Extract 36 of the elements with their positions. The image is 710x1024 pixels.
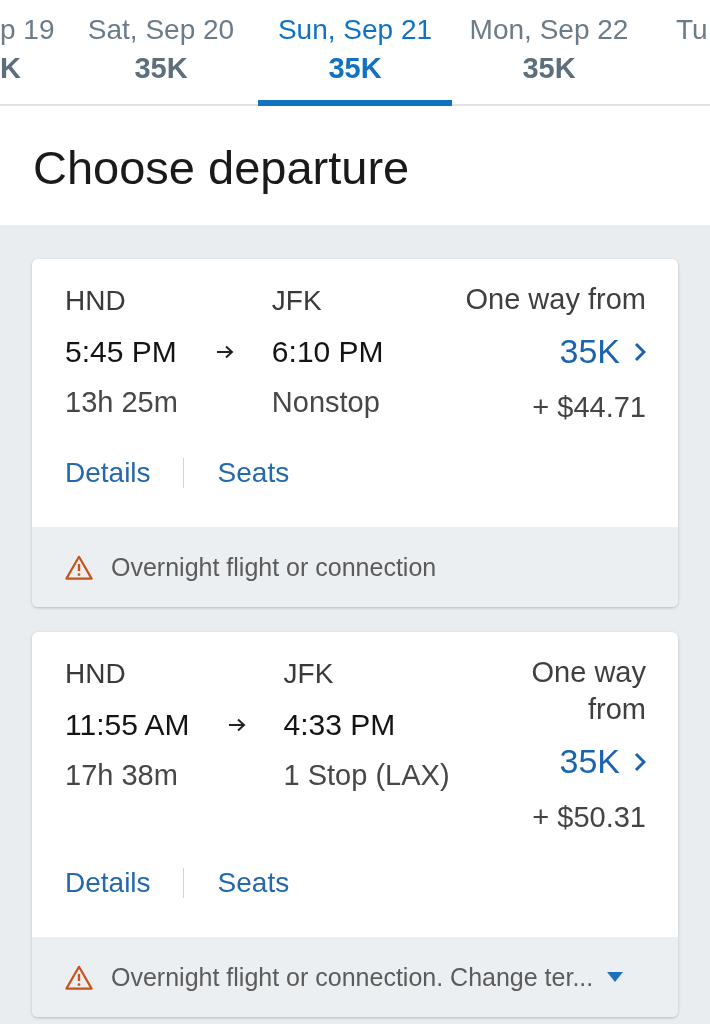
chevron-right-icon <box>634 341 646 362</box>
destination-code: JFK <box>271 284 323 317</box>
destination-code: JFK <box>283 657 335 690</box>
caret-down-icon[interactable] <box>607 972 624 982</box>
date-tab[interactable]: Mon, Sep 22 35K <box>452 0 646 106</box>
page-title: Choose departure <box>33 139 410 196</box>
departure-time: 11:55 AM <box>65 707 190 742</box>
chevron-right-icon <box>634 751 646 772</box>
origin-code: HND <box>65 284 127 317</box>
details-link[interactable]: Details <box>65 453 151 493</box>
warning-icon <box>65 554 93 580</box>
arrival-time: 4:33 PM <box>283 707 397 742</box>
flight-duration: 17h 38m <box>65 759 179 792</box>
seats-link[interactable]: Seats <box>217 863 290 903</box>
details-link[interactable]: Details <box>65 863 151 903</box>
arrow-right-icon <box>227 717 246 732</box>
date-tab[interactable]: p 19 K <box>0 0 64 106</box>
arrow-right-icon <box>215 344 234 359</box>
stops-info: Nonstop <box>271 386 381 419</box>
price-button[interactable]: 35K <box>559 728 646 795</box>
warning-icon <box>65 964 93 990</box>
stops-info: 1 Stop (LAX) <box>283 759 450 792</box>
seats-link[interactable]: Seats <box>217 453 290 493</box>
date-tab[interactable]: Tu <box>646 0 710 106</box>
notice-text: Overnight flight or connection <box>111 552 437 582</box>
notice-text: Overnight flight or connection. Change ter... <box>111 962 594 992</box>
departure-time: 5:45 PM <box>65 334 178 369</box>
fare-label: One way from <box>465 282 646 317</box>
arrival-time: 6:10 PM <box>271 334 384 369</box>
fare-label: One way from <box>530 655 646 727</box>
date-tab[interactable]: Sat, Sep 20 35K <box>64 0 258 106</box>
flight-duration: 13h 25m <box>65 386 178 419</box>
price-button[interactable]: 35K <box>559 318 646 385</box>
fee-amount: + $50.31 <box>532 800 646 835</box>
fee-amount: + $44.71 <box>532 390 646 425</box>
origin-code: HND <box>65 657 127 690</box>
